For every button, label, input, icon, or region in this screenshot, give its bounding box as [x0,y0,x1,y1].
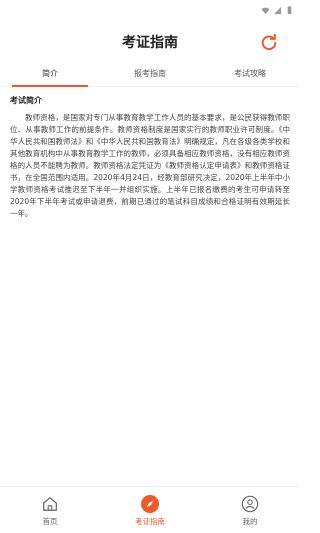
battery-icon [287,5,292,14]
user-icon [240,494,260,514]
signal-icon [273,6,282,14]
tab-bar: 简介 报考指南 考试攻略 [0,64,300,87]
refresh-icon[interactable] [260,33,278,51]
nav-mine[interactable]: 我的 [200,487,300,533]
wifi-icon [261,7,270,14]
compass-icon [140,494,160,514]
tab-registration-guide[interactable]: 报考指南 [100,64,200,86]
nav-mine-label: 我的 [242,516,258,526]
tab-exam-strategy[interactable]: 考试攻略 [200,64,300,86]
home-icon [40,494,60,514]
nav-home-label: 首页 [42,516,58,526]
app-header: 考证指南 [0,20,300,64]
status-bar [0,0,300,20]
section-title: 考试简介 [10,96,42,105]
nav-guide-label: 考证指南 [135,516,165,526]
bottom-nav: 首页 考证指南 我的 [0,486,300,533]
nav-guide[interactable]: 考证指南 [100,487,200,533]
intro-paragraph: 教师资格，是国家对专门从事教育教学工作人员的基本要求，是公民获得教师职位、从事教… [10,113,290,218]
tab-intro[interactable]: 简介 [0,64,100,87]
nav-home[interactable]: 首页 [0,487,100,533]
page-title: 考证指南 [122,35,178,51]
content-area: 考试简介 教师资格，是国家对专门从事教育教学工作人员的基本要求，是公民获得教师职… [0,87,300,220]
